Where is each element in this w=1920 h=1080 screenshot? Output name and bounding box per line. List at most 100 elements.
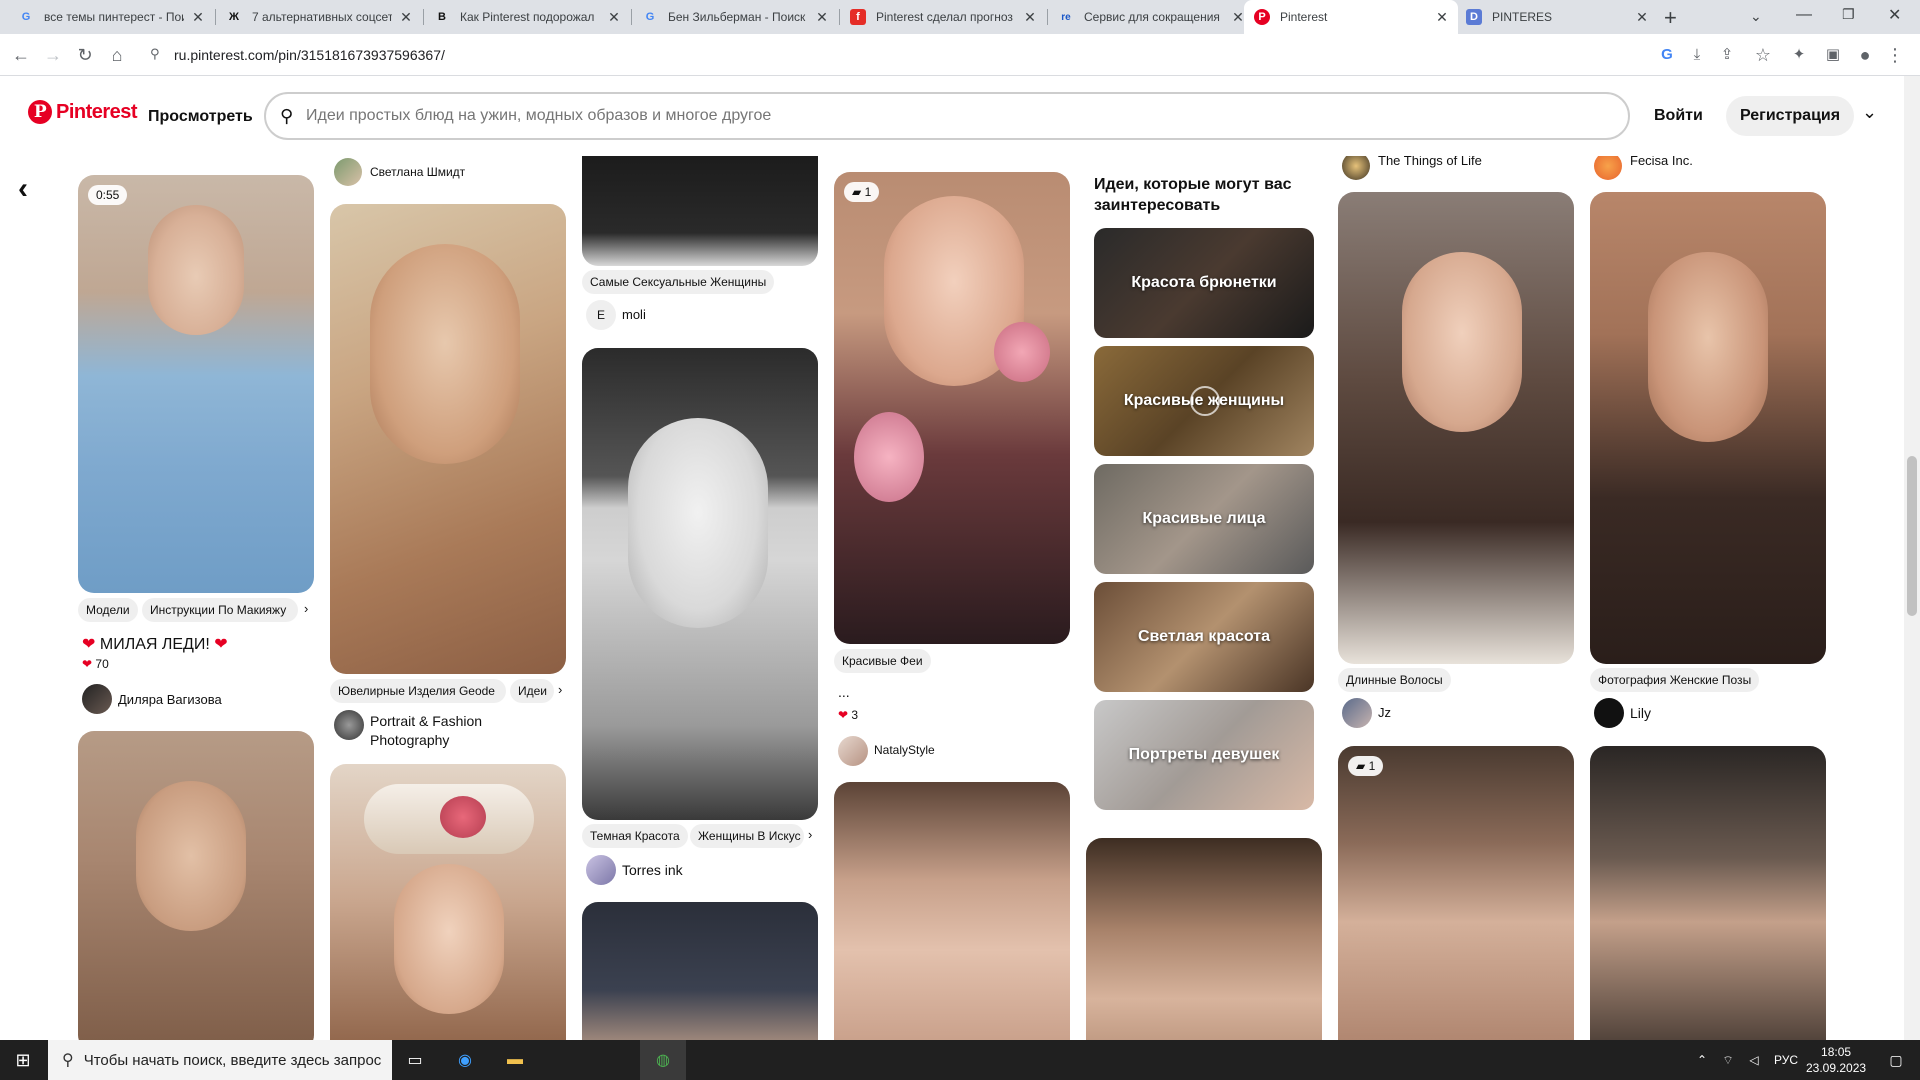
close-tab-icon[interactable]: ✕ [606,9,622,25]
volume-icon[interactable]: ◁ [1742,1040,1766,1080]
tag-chip[interactable]: Красивые Феи [834,649,931,673]
chevron-right-icon[interactable]: › [808,827,812,842]
browser-tab-active[interactable]: P Pinterest ✕ [1244,0,1458,34]
pin-image-dark-top[interactable] [582,156,818,266]
close-tab-icon[interactable]: ✕ [814,9,830,25]
pin-image-woman-curls[interactable] [1590,746,1826,1040]
site-info-icon[interactable]: ⚲ [150,46,160,62]
pin-image-woman-floral-hat[interactable] [330,764,566,1040]
idea-card-blonde[interactable]: Светлая красота [1094,582,1314,692]
extensions-icon[interactable]: ✦ [1788,44,1810,66]
chevron-right-icon[interactable]: › [304,601,308,616]
tag-chip[interactable]: Длинные Волосы [1338,668,1451,692]
tag-chip[interactable]: Ювелирные Изделия Geode [330,679,506,703]
pin-author[interactable]: Диляра Вагизова [118,692,222,707]
browser-tab[interactable]: G все темы пинтерест - Пои ✕ [8,0,214,34]
search-bar[interactable]: ⚲ [264,92,1630,140]
taskbar-search[interactable]: ⚲ Чтобы начать поиск, введите здесь запр… [48,1040,392,1080]
browser-tab[interactable]: G Бен Зильберман - Поиск ✕ [632,0,838,34]
pin-image-woman-blonde[interactable] [1086,838,1322,1040]
pin-image-woman-closeup[interactable] [834,782,1070,1040]
forward-arrow-icon[interactable]: → [42,44,64,66]
file-explorer-icon[interactable]: ▬ [492,1040,538,1080]
minimize-icon[interactable]: — [1796,6,1812,24]
close-tab-icon[interactable]: ✕ [1634,9,1650,25]
restore-icon[interactable]: ❐ [1842,6,1855,23]
chevron-down-icon[interactable]: ⌄ [1862,102,1877,123]
pin-author[interactable]: NatalyStyle [874,743,935,757]
notifications-icon[interactable]: ▢ [1876,1040,1916,1080]
avatar[interactable] [586,855,616,885]
browser-tab[interactable]: re Сервис для сокращения ✕ [1048,0,1254,34]
tag-chip[interactable]: Идеи [510,679,554,703]
reload-icon[interactable]: ↻ [74,44,96,66]
profile-avatar-icon[interactable]: ● [1854,44,1876,66]
tag-chip[interactable]: Женщины В Искус [690,824,804,848]
idea-card-brunette[interactable]: Красота брюнетки [1094,228,1314,338]
pin-image-woman-black-white[interactable] [582,348,818,820]
avatar[interactable] [1342,698,1372,728]
tag-chip[interactable]: Самые Сексуальные Женщины [582,270,775,294]
pin-image-woman-dark-hair[interactable] [1338,192,1574,664]
pin-image-woman-portrait[interactable] [78,731,314,1040]
chevron-right-icon[interactable]: › [558,682,562,697]
side-panel-icon[interactable]: ▣ [1822,44,1844,66]
browser-tab[interactable]: Ж 7 альтернативных соцсет ✕ [216,0,422,34]
back-arrow-icon[interactable]: ‹ [18,172,28,206]
browser-tab[interactable]: f Pinterest сделал прогноз ✕ [840,0,1046,34]
bookmark-star-icon[interactable]: ☆ [1752,44,1774,66]
pin-author[interactable]: Светлана Шмидт [370,165,465,179]
search-input[interactable] [306,104,1596,128]
share-icon[interactable]: ⇪ [1716,44,1738,66]
pin-author[interactable]: Torres ink [622,862,683,878]
pin-image-woman-cap[interactable] [582,902,818,1040]
tag-chip[interactable]: Фотография Женские Позы [1590,668,1760,692]
login-button[interactable]: Войти [1640,96,1717,136]
google-lens-icon[interactable]: G [1656,44,1678,66]
pin-image-woman-necklace[interactable] [1590,192,1826,664]
scrollbar-thumb[interactable] [1907,456,1917,616]
avatar[interactable]: E [586,300,616,330]
language-indicator[interactable]: РУС [1766,1040,1806,1080]
pin-author[interactable]: Lily [1630,705,1651,721]
pin-author[interactable]: moli [622,307,646,322]
address-bar[interactable]: ⚲ ru.pinterest.com/pin/31518167393759636… [140,39,1700,71]
pin-author[interactable]: Jz [1378,705,1391,720]
pin-image-woman-blue-sweater[interactable]: 0:55 [78,175,314,593]
network-icon[interactable]: ⌔ [1716,1040,1740,1080]
browser-tab[interactable]: B Как Pinterest подорожал ✕ [424,0,630,34]
idea-card-portraits[interactable]: Портреты девушек [1094,700,1314,810]
idea-card-women[interactable]: Красивые женщины [1094,346,1314,456]
avatar[interactable] [1594,152,1622,180]
browser-tab[interactable]: D PINTERES ✕ [1456,0,1658,34]
system-clock[interactable]: 18:05 23.09.2023 [1806,1044,1866,1076]
tray-chevron-icon[interactable]: ⌃ [1690,1040,1714,1080]
install-app-icon[interactable]: ⤓ [1686,44,1708,66]
avatar[interactable] [82,684,112,714]
pinterest-logo[interactable]: P Pinterest [28,100,138,124]
task-view-icon[interactable]: ▭ [392,1040,438,1080]
close-tab-icon[interactable]: ✕ [190,9,206,25]
tab-search-icon[interactable]: ⌄ [1750,8,1762,25]
pin-image-woman-hat[interactable] [330,204,566,674]
back-arrow-icon[interactable]: ← [10,44,32,66]
pin-image-woman-hand[interactable]: ▰ 1 [1338,746,1574,1040]
explore-link[interactable]: Просмотреть [148,108,253,126]
signup-button[interactable]: Регистрация [1726,96,1855,136]
close-window-icon[interactable]: ✕ [1888,5,1901,25]
close-tab-icon[interactable]: ✕ [1022,9,1038,25]
tag-chip[interactable]: Инструкции По Макияжу [142,598,298,622]
tag-chip[interactable]: Темная Красота [582,824,688,848]
close-tab-icon[interactable]: ✕ [1434,9,1450,25]
close-tab-icon[interactable]: ✕ [398,9,414,25]
windows-start-icon[interactable]: ⊞ [0,1040,46,1080]
edge-icon[interactable]: ◉ [442,1040,488,1080]
avatar[interactable] [334,158,362,186]
browser-menu-icon[interactable]: ⋮ [1884,44,1906,66]
tag-chip[interactable]: Модели [78,598,138,622]
avatar[interactable] [1594,698,1624,728]
idea-card-faces[interactable]: Красивые лица [1094,464,1314,574]
new-tab-icon[interactable]: + [1664,5,1677,31]
avatar[interactable] [1342,152,1370,180]
avatar[interactable] [334,710,364,740]
